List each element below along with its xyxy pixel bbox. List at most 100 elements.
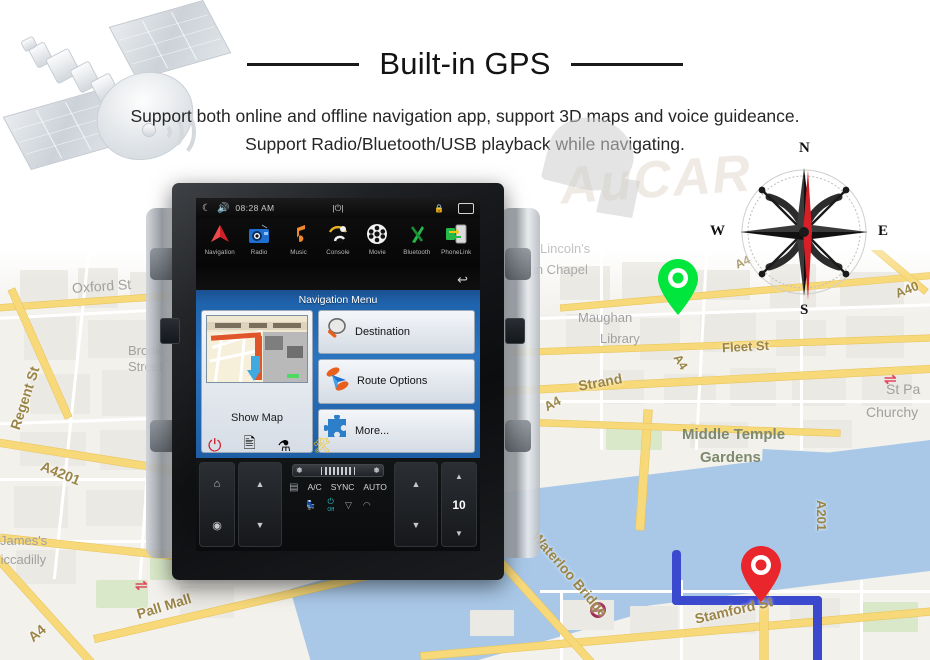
front-defrost-icon[interactable]: ▽: [345, 500, 352, 511]
dash-bracket-right: [505, 420, 531, 452]
nav-button-route-options[interactable]: Route Options: [318, 359, 475, 404]
nav-button-label: Route Options: [357, 375, 428, 388]
power-icon[interactable]: |⏻|: [332, 203, 343, 214]
radio-icon: [240, 221, 278, 247]
compass-label-north: N: [799, 140, 810, 156]
chevron-down-icon[interactable]: ▼: [412, 520, 421, 530]
app-label: Movie: [368, 249, 386, 256]
status-time: 08:28 AM: [235, 203, 275, 213]
app-movie[interactable]: Movie: [358, 221, 396, 256]
film-reel-icon: [358, 221, 396, 247]
back-arrow-icon[interactable]: ↩: [457, 272, 468, 288]
app-navigation[interactable]: Navigation: [201, 221, 239, 256]
app-music[interactable]: Music: [280, 221, 318, 256]
compass-icon: [740, 168, 868, 300]
home-back-keys[interactable]: ⌂ ◉: [199, 462, 235, 547]
auto-button[interactable]: AUTO: [363, 482, 386, 493]
off-label: Off: [327, 507, 334, 513]
air-vent: [505, 318, 525, 344]
right-fan-stepper[interactable]: ▲ ▼: [394, 462, 438, 547]
app-label: PhoneLink: [441, 249, 472, 256]
chevron-down-icon[interactable]: ▼: [256, 520, 265, 530]
rear-defrost-icon[interactable]: ▤: [289, 482, 298, 493]
navigation-buttons-column: Destination Route Options More...: [318, 310, 475, 453]
destination-pin[interactable]: [740, 545, 782, 603]
map-label: Gardens: [700, 449, 761, 466]
chevron-down-icon[interactable]: ▼: [455, 529, 463, 538]
nav-button-label: Destination: [355, 326, 411, 339]
app-console[interactable]: Console: [319, 221, 357, 256]
window-icon[interactable]: [458, 202, 474, 214]
app-dock: Navigation Radio Music Console Movie Bluetoot…: [196, 218, 480, 268]
fan-icon: ❅: [296, 466, 303, 475]
left-temp-stepper[interactable]: ▲ ▼: [238, 462, 282, 547]
magnifier-icon: [324, 317, 350, 348]
navigation-arrow-icon: [201, 221, 239, 247]
chevron-up-icon[interactable]: ▲: [256, 479, 265, 489]
destination-pin-icon: [741, 546, 781, 602]
fan-icon: ❅: [373, 466, 380, 475]
fan-level-ticks: [320, 466, 356, 475]
temperature-stepper[interactable]: ▲ 10 ▼: [441, 462, 477, 547]
console-icon: [319, 221, 357, 247]
app-phonelink[interactable]: PhoneLink: [437, 221, 475, 256]
climate-modes: ▤ A/C SYNC AUTO: [289, 482, 387, 493]
home-icon[interactable]: ⌂: [214, 478, 221, 490]
navigation-menu-panel: Navigation Menu Show Map Destination Rou…: [196, 290, 480, 458]
app-label: Bluetooth: [403, 249, 431, 256]
start-location-pin[interactable]: [657, 258, 699, 316]
compass-label-east: E: [878, 223, 889, 239]
navigation-menu-title: Navigation Menu: [298, 294, 378, 306]
title-rule-left: [247, 62, 360, 66]
volume-icon[interactable]: 🔊: [217, 203, 229, 214]
back-circle-icon[interactable]: ◉: [212, 519, 222, 532]
sync-button[interactable]: SYNC: [331, 482, 355, 493]
river-thames-3: [757, 449, 930, 557]
title-row: Built-in GPS: [0, 46, 930, 82]
flask-icon[interactable]: ⚗: [278, 437, 291, 455]
fan-speed-slider[interactable]: ❅ ❅: [292, 464, 384, 477]
app-label: Navigation: [204, 249, 235, 256]
temperature-value: 10: [452, 497, 466, 512]
map-label: Maughan: [578, 310, 633, 325]
map-thumbnail: [206, 315, 308, 383]
windshield-defrost-icon[interactable]: ◠: [363, 500, 371, 511]
power-button-icon[interactable]: ⏻: [208, 436, 221, 456]
compass-label-south: S: [800, 302, 809, 318]
app-label: Radio: [250, 249, 268, 256]
map-label: Churchy: [866, 404, 919, 420]
map-label: James's: [0, 533, 48, 548]
page-root: ⇌ ⇌ ⇌ Oxford StBrookStreetRegent StA4201…: [0, 0, 930, 660]
rail-station-icon: ⇌: [135, 577, 148, 594]
map-label: Library: [600, 331, 640, 346]
dash-bracket-right: [505, 248, 531, 280]
start-pin-icon: [658, 259, 698, 315]
nav-button-destination[interactable]: Destination: [318, 310, 475, 355]
app-label: Music: [290, 249, 307, 256]
show-map-button[interactable]: Show Map: [201, 310, 313, 453]
app-bluetooth[interactable]: Bluetooth: [398, 221, 436, 256]
status-bar: ☾ 🔊 08:28 AM |⏻| 🔒: [196, 198, 480, 218]
title-rule-right: [570, 62, 683, 66]
device-icon[interactable]: 🖹: [243, 433, 255, 458]
chevron-up-icon[interactable]: ▲: [412, 479, 421, 489]
lock-icon: 🔒: [434, 203, 444, 213]
head-unit-screen[interactable]: ☾ 🔊 08:28 AM |⏻| 🔒 Navigation Radio Music C…: [196, 198, 480, 551]
music-note-icon: [280, 221, 318, 247]
map-label: St Pa: [886, 381, 921, 397]
ac-button[interactable]: A/C: [308, 482, 322, 493]
phonelink-icon: [437, 221, 475, 247]
tools-icon[interactable]: 🛠: [313, 437, 331, 454]
page-title: Built-in GPS: [379, 46, 551, 81]
power-small-icon[interactable]: ⏻: [328, 497, 334, 507]
route-arrow-icon: [324, 366, 352, 397]
chevron-up-icon[interactable]: ▲: [455, 472, 463, 481]
app-radio[interactable]: Radio: [240, 221, 278, 256]
map-label: Piccadilly: [0, 552, 47, 567]
app-label: Console: [326, 249, 350, 256]
nav-tray: ⏻ 🖹 ⚗ 🛠: [196, 433, 480, 458]
compass-rose: N S W E: [710, 140, 889, 318]
heated-seat-icon[interactable]: 💺: [305, 500, 316, 511]
car-head-unit: ☾ 🔊 08:28 AM |⏻| 🔒 Navigation Radio Music C…: [172, 183, 504, 580]
route-segment-3: [813, 596, 822, 660]
